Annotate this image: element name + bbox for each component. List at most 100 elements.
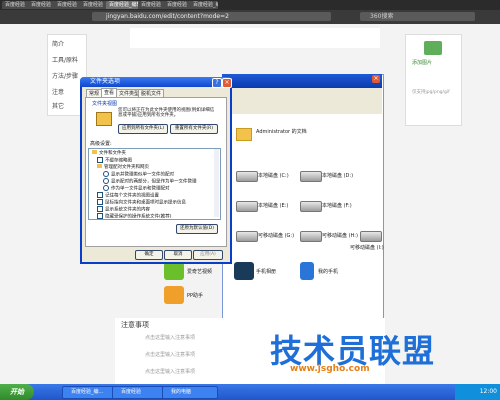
list-item[interactable]: 鼠标指向文件夹和桌面项时显示提示信息 bbox=[97, 199, 186, 206]
my-phone-icon[interactable] bbox=[300, 262, 314, 280]
watermark: 技术员联盟 www.jsgho.com bbox=[270, 326, 480, 374]
drive-label: 本地磁盘 (E:) bbox=[258, 203, 289, 209]
note-input[interactable]: 点击这里输入注意事项 bbox=[145, 334, 195, 341]
checkbox[interactable] bbox=[97, 192, 103, 198]
advanced-setting-label: 记住每个文件夹的视图设置 bbox=[105, 193, 159, 199]
radio[interactable] bbox=[103, 178, 109, 184]
list-item[interactable]: 记住每个文件夹的视图设置 bbox=[97, 192, 159, 199]
notes-title: 注意事项 bbox=[121, 321, 149, 329]
drive-icon[interactable] bbox=[300, 168, 322, 184]
folder-label: Administrator 的文档 bbox=[256, 129, 307, 135]
nav-item[interactable]: 注意 bbox=[52, 87, 64, 96]
folder-icon[interactable] bbox=[236, 128, 252, 141]
drive-icon[interactable] bbox=[360, 228, 382, 244]
taskbar-item[interactable]: 我的电脑 bbox=[162, 386, 218, 399]
list-item[interactable]: 作为单一文件显示和管理配对 bbox=[103, 185, 170, 192]
list-item[interactable]: 显示配对的两部分，但是作为单一文件管理 bbox=[103, 178, 197, 185]
app-label: PP助手 bbox=[187, 293, 204, 299]
drive-icon[interactable] bbox=[236, 198, 258, 214]
drive-icon[interactable] bbox=[300, 198, 322, 214]
browser-tab-strip: 百度经验 百度经验 百度经验 百度经验 百度经验_编辑器 百度经验 百度经验 百… bbox=[0, 0, 500, 10]
app-label: 手机相册 bbox=[256, 269, 277, 275]
cancel-button[interactable]: 取消 bbox=[164, 250, 192, 260]
advanced-setting-label: 鼠标指向文件夹和桌面项时显示提示信息 bbox=[105, 200, 186, 206]
checkbox[interactable] bbox=[97, 157, 103, 163]
list-item[interactable]: 显示系统文件夹的内容 bbox=[97, 206, 150, 213]
drive-icon[interactable] bbox=[236, 168, 258, 184]
list-item: 文件和文件夹 bbox=[92, 150, 126, 156]
note-input[interactable]: 点击这里输入注意事项 bbox=[145, 351, 195, 358]
close-icon[interactable]: × bbox=[222, 78, 232, 88]
browser-tab[interactable]: 百度经验 bbox=[164, 1, 192, 9]
iqiyi-icon[interactable] bbox=[164, 262, 184, 280]
reset-all-folders-button[interactable]: 重置所有文件夹(R) bbox=[170, 124, 218, 134]
apply-button[interactable]: 应用(A) bbox=[193, 250, 223, 260]
close-icon[interactable]: × bbox=[372, 75, 380, 83]
ok-button[interactable]: 确定 bbox=[135, 250, 163, 260]
drive-icon[interactable] bbox=[236, 228, 258, 244]
views-description: 您可以将正在为此文件夹使用的视图(例如详细信息或平铺)应用到所有文件夹。 bbox=[118, 108, 215, 118]
folder-icon bbox=[97, 164, 102, 168]
scrollbar[interactable] bbox=[214, 149, 219, 217]
browser-tab[interactable]: 百度经验 bbox=[138, 1, 166, 9]
drive-label: 本地磁盘 (D:) bbox=[322, 173, 354, 179]
note-input[interactable]: 点击这里输入注意事项 bbox=[145, 368, 195, 375]
dialog-titlebar: 文件夹选项 ? × bbox=[80, 77, 232, 88]
explorer-address[interactable] bbox=[222, 104, 382, 114]
browser-tab[interactable]: 百度经验_编辑器 bbox=[106, 1, 140, 9]
nav-item[interactable]: 其它 bbox=[52, 101, 64, 110]
list-item[interactable]: 显示并管理类似单一文件的配对 bbox=[103, 171, 174, 178]
drive-label: 可移动磁盘 (I:) bbox=[350, 245, 384, 251]
nav-item[interactable]: 方法/步骤 bbox=[52, 71, 78, 80]
add-image-hint: 仅支持jpg/png/gif bbox=[412, 90, 450, 95]
advanced-setting-label: 作为单一文件显示和管理配对 bbox=[111, 186, 170, 192]
browser-tab[interactable]: 百度经验 bbox=[2, 1, 30, 9]
list-item: 管理配对文件夹和网页 bbox=[97, 164, 149, 170]
taskbar-item[interactable]: 百度经验_编... bbox=[62, 386, 118, 399]
app-label: 爱奇艺视频 bbox=[187, 269, 213, 275]
drive-label: 本地磁盘 (C:) bbox=[258, 173, 289, 179]
browser-tab[interactable]: 百度经验_编辑器 bbox=[190, 1, 218, 9]
apply-to-all-folders-button[interactable]: 应用到所有文件夹(L) bbox=[118, 124, 168, 134]
advanced-setting-label: 显示并管理类似单一文件的配对 bbox=[111, 172, 174, 178]
advanced-settings-list[interactable]: 文件和文件夹 不缓存缩略图 管理配对文件夹和网页 显示并管理类似单一文件的配对 … bbox=[88, 148, 221, 220]
add-image-panel[interactable]: 添加图片 仅支持jpg/png/gif bbox=[405, 34, 462, 126]
views-group-label: 文件夹视图 bbox=[92, 101, 118, 107]
dialog-title: 文件夹选项 bbox=[90, 78, 121, 85]
checkbox[interactable] bbox=[97, 213, 103, 219]
watermark-url: www.jsgho.com bbox=[290, 364, 370, 374]
app-label: 我的手机 bbox=[318, 269, 339, 275]
phone-album-icon[interactable] bbox=[234, 262, 254, 280]
browser-tab[interactable]: 百度经验 bbox=[28, 1, 56, 9]
explorer-toolbar bbox=[222, 88, 382, 105]
checkbox[interactable] bbox=[97, 199, 103, 205]
help-icon[interactable]: ? bbox=[212, 78, 222, 88]
nav-item[interactable]: 简介 bbox=[52, 39, 64, 48]
advanced-setting-label: 文件和文件夹 bbox=[99, 151, 126, 156]
drive-label: 可移动磁盘 (G:) bbox=[258, 233, 295, 239]
list-item[interactable]: 不缓存缩略图 bbox=[97, 157, 132, 164]
system-tray-clock[interactable]: 12:00 bbox=[455, 384, 500, 400]
folder-icon bbox=[96, 112, 112, 126]
nav-item[interactable]: 工具/原料 bbox=[52, 55, 78, 64]
pp-assistant-icon[interactable] bbox=[164, 286, 184, 304]
taskbar-item[interactable]: 百度经验 bbox=[112, 386, 168, 399]
checkbox[interactable] bbox=[97, 206, 103, 212]
radio[interactable] bbox=[103, 171, 109, 177]
drive-label: 可移动磁盘 (H:) bbox=[322, 233, 358, 239]
drive-label: 本地磁盘 (F:) bbox=[322, 203, 352, 209]
list-item[interactable]: 隐藏受保护的操作系统文件(推荐) bbox=[97, 213, 172, 219]
advanced-setting-label: 显示系统文件夹的内容 bbox=[105, 207, 150, 213]
add-image-label: 添加图片 bbox=[412, 60, 433, 66]
url-input[interactable]: jingyan.baidu.com/edit/content?mode=2 bbox=[92, 12, 331, 21]
browser-tab[interactable]: 百度经验 bbox=[54, 1, 82, 9]
browser-tab[interactable]: 百度经验 bbox=[80, 1, 108, 9]
search-input[interactable]: 360搜索 bbox=[360, 12, 475, 21]
drive-icon[interactable] bbox=[300, 228, 322, 244]
restore-defaults-button[interactable]: 还原为默认值(D) bbox=[176, 224, 218, 234]
advanced-setting-label: 管理配对文件夹和网页 bbox=[104, 165, 149, 170]
advanced-settings-label: 高级设置: bbox=[90, 141, 112, 147]
radio[interactable] bbox=[103, 185, 109, 191]
start-button[interactable]: 开始 bbox=[0, 384, 34, 400]
advanced-setting-label: 显示配对的两部分，但是作为单一文件管理 bbox=[111, 179, 197, 185]
